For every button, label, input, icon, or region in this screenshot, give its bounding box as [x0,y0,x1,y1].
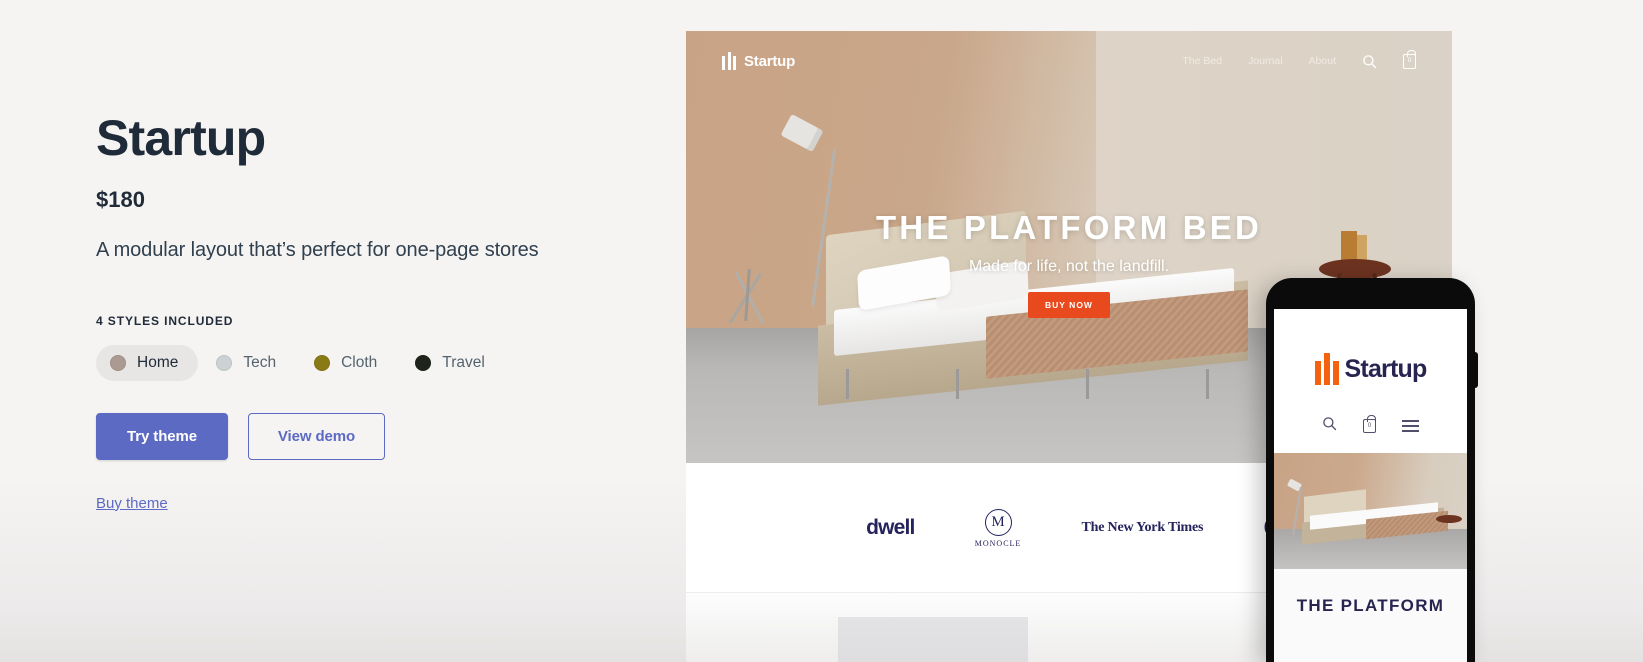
phone-screen: Startup 0 THE PLATFORM [1274,309,1467,662]
style-selector: Home Tech Cloth Travel [96,344,676,381]
hamburger-menu-icon[interactable] [1402,420,1419,432]
cart-count: 0 [1367,423,1372,429]
style-label-travel: Travel [442,353,485,371]
hero-title: THE PLATFORM BED [875,209,1263,246]
style-swatch-cloth [314,354,331,371]
phone-side-button[interactable] [1473,352,1478,388]
logo-bars-icon [722,52,736,70]
nav-link-the-bed[interactable]: The Bed [1182,55,1222,67]
style-swatch-travel [415,354,432,371]
cart-bag-icon[interactable]: 0 [1363,415,1376,433]
placeholder-card [838,617,1028,662]
theme-description: A modular layout that’s perfect for one-… [96,238,539,261]
search-icon[interactable] [1362,54,1377,69]
monocle-wordmark: MONOCLE [974,538,1022,548]
style-option-home[interactable]: Home [96,344,199,381]
theme-detail-page: Startup $180 A modular layout that’s per… [0,0,1643,662]
buy-theme-link[interactable]: Buy theme [96,495,168,512]
press-logo-monocle: M MONOCLE [974,508,1022,548]
style-swatch-home [110,354,126,371]
style-option-tech[interactable]: Tech [202,345,296,381]
page-title: Startup [96,110,266,166]
preview-navbar: Startup The Bed Journal About 0 [686,31,1452,91]
monocle-mark-icon: M [984,508,1012,536]
style-option-travel[interactable]: Travel [401,345,505,381]
mobile-preview: Startup 0 THE PLATFORM [1266,278,1475,662]
side-table [1436,515,1462,523]
logo-bars-icon [1314,353,1339,385]
bed-legs [836,369,1236,403]
lamp-icon [780,113,824,153]
phone-brand-logo[interactable]: Startup [1274,309,1467,385]
theme-price: $180 [96,186,145,212]
preview-nav-links: The Bed Journal About 0 [1182,49,1416,69]
search-icon[interactable] [1322,416,1337,436]
phone-hero-image [1274,453,1467,569]
preview-brand-name: Startup [744,52,796,70]
cart-bag-icon[interactable]: 0 [1403,49,1416,69]
theme-info-panel: Startup $180 A modular layout that’s per… [96,0,676,662]
phone-hero-title: THE PLATFORM [1296,596,1445,615]
view-demo-button[interactable]: View demo [248,412,385,460]
lamp-pole [1292,487,1302,535]
style-label-tech: Tech [243,353,277,371]
hero-copy: THE PLATFORM BED Made for life, not the … [686,209,1452,318]
action-buttons: Try theme View demo [96,412,676,460]
phone-brand-name: Startup [1344,354,1428,383]
nav-link-journal[interactable]: Journal [1248,55,1282,67]
phone-hero-copy: THE PLATFORM [1274,569,1467,662]
buy-now-button[interactable]: BUY NOW [1028,292,1110,318]
preview-brand-logo[interactable]: Startup [722,52,795,70]
style-swatch-tech [216,354,233,371]
style-option-cloth[interactable]: Cloth [300,345,397,381]
styles-included-label: 4 STYLES INCLUDED [96,313,234,328]
nav-link-about[interactable]: About [1309,55,1336,67]
hero-subtitle: Made for life, not the landfill. [968,258,1170,275]
try-theme-button[interactable]: Try theme [96,412,228,460]
press-logo-nyt: The New York Times [1081,520,1204,535]
phone-nav-icons: 0 [1274,415,1467,436]
style-label-cloth: Cloth [341,353,378,371]
cart-count: 0 [1407,56,1412,64]
style-label-home: Home [137,353,179,371]
press-logo-dwell: dwell [866,516,915,539]
